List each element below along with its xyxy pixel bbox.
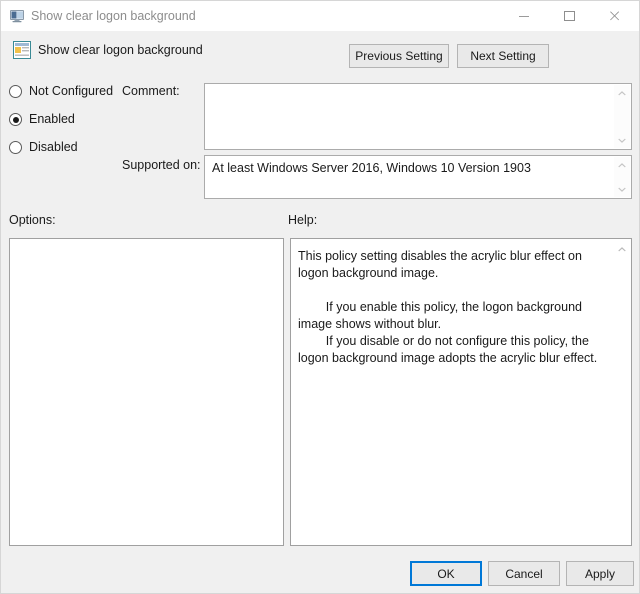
chevron-up-icon (618, 247, 626, 252)
previous-setting-button[interactable]: Previous Setting (349, 44, 449, 68)
radio-indicator (9, 85, 22, 98)
comment-input[interactable] (204, 83, 632, 150)
scroll-up-button[interactable] (614, 157, 630, 173)
supported-on-field[interactable]: At least Windows Server 2016, Windows 10… (204, 155, 632, 199)
scroll-up-button[interactable] (614, 85, 630, 101)
radio-label: Enabled (29, 111, 75, 128)
supported-on-scrollbar[interactable] (614, 157, 630, 197)
close-button[interactable] (593, 1, 638, 30)
options-label: Options: (9, 213, 56, 227)
page-title: Show clear logon background (38, 42, 203, 58)
title-bar[interactable]: Show clear logon background (1, 1, 639, 31)
comment-label: Comment: (122, 84, 180, 98)
minimize-icon (518, 11, 532, 21)
radio-label: Disabled (29, 139, 78, 156)
minimize-button[interactable] (503, 1, 548, 30)
scroll-down-button[interactable] (614, 132, 630, 148)
help-label: Help: (288, 213, 317, 227)
scroll-down-button[interactable] (614, 181, 630, 197)
close-icon (608, 11, 622, 21)
radio-indicator (9, 113, 22, 126)
help-scrollbar[interactable] (614, 240, 630, 544)
help-panel[interactable]: This policy setting disables the acrylic… (290, 238, 632, 546)
chevron-up-icon (618, 163, 626, 168)
window-title: Show clear logon background (31, 8, 196, 24)
radio-label: Not Configured (29, 83, 113, 100)
policy-setting-dialog: Show clear logon background (0, 0, 640, 594)
help-text: This policy setting disables the acrylic… (298, 248, 604, 367)
ok-button[interactable]: OK (410, 561, 482, 586)
maximize-icon (563, 11, 577, 21)
maximize-button[interactable] (548, 1, 593, 30)
chevron-up-icon (618, 91, 626, 96)
monitor-icon (9, 8, 25, 24)
chevron-down-icon (618, 187, 626, 192)
options-panel[interactable] (9, 238, 284, 546)
radio-indicator (9, 141, 22, 154)
next-setting-button[interactable]: Next Setting (457, 44, 549, 68)
apply-button[interactable]: Apply (566, 561, 634, 586)
supported-on-label: Supported on: (122, 158, 201, 172)
comment-scrollbar[interactable] (614, 85, 630, 148)
chevron-down-icon (618, 138, 626, 143)
cancel-button[interactable]: Cancel (488, 561, 560, 586)
policy-setting-icon (13, 41, 31, 59)
supported-on-value: At least Windows Server 2016, Windows 10… (212, 161, 531, 175)
